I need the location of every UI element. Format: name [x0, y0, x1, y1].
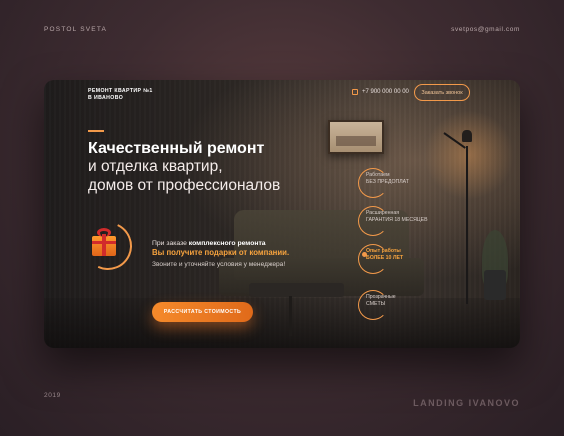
brand-line-1: РЕМОНТ КВАРТИР №1 [88, 88, 153, 94]
phone-icon [352, 89, 358, 95]
features-list: Работаем БЕЗ ПРЕДОПЛАТ Расширенная ГАРАН… [358, 168, 516, 332]
brand-line-2: В ИВАНОВО [88, 95, 124, 101]
wall-painting [328, 120, 384, 154]
author-label: POSTOL SVETA [44, 26, 108, 33]
promo-prefix: При заказе [152, 240, 189, 247]
promo-line-3: Звоните и уточняйте условия у менеджера! [152, 261, 286, 268]
header-phone[interactable]: +7 900 000 00 00 [352, 89, 409, 95]
hero-subtitle-line-1: и отделка квартир, [88, 158, 223, 175]
feature-line-2: СМЕТЫ [366, 300, 386, 307]
coffee-table-leg [289, 296, 292, 336]
promo-bold: комплексного ремонта [188, 240, 266, 247]
author-email: svetpos@gmail.com [451, 26, 520, 33]
accent-line [88, 130, 104, 132]
hero-title: Качественный ремонт [88, 140, 265, 157]
floor-lamp-shade [462, 130, 472, 142]
feature-line-2: БЕЗ ПРЕДОПЛАТ [366, 178, 409, 185]
hero-subtitle: и отделка квартир, домов от профессионал… [88, 157, 328, 195]
promo-line-1: При заказе комплексного ремонта [152, 240, 266, 247]
feature-line-1: Опыт работы [366, 248, 401, 254]
promo-line-2: Вы получите подарки от компании. [152, 248, 290, 257]
calculate-cost-button[interactable]: РАССЧИТАТЬ СТОИМОСТЬ [152, 302, 253, 322]
feature-item-active: Опыт работы БОЛЕЕ 10 ЛЕТ [366, 248, 403, 261]
feature-item: Работаем БЕЗ ПРЕДОПЛАТ [366, 172, 409, 185]
brand-logo[interactable]: РЕМОНТ КВАРТИР №1 В ИВАНОВО [88, 88, 168, 102]
gift-icon [88, 226, 118, 256]
feature-item: Прозрачные СМЕТЫ [366, 294, 396, 307]
call-request-button[interactable]: Заказать звонок [414, 84, 470, 101]
year-label: 2019 [44, 392, 61, 399]
project-label: LANDING IVANOVO [413, 398, 520, 408]
feature-item: Расширенная ГАРАНТИЯ 18 МЕСЯЦЕВ [366, 210, 428, 223]
feature-line-2: ГАРАНТИЯ 18 МЕСЯЦЕВ [366, 216, 428, 223]
feature-line-2: БОЛЕЕ 10 ЛЕТ [366, 254, 404, 261]
feature-line-1: Прозрачные [366, 294, 396, 300]
phone-number: +7 900 000 00 00 [362, 89, 409, 95]
coffee-table [249, 283, 344, 297]
hero-subtitle-line-2: домов от профессионалов [88, 177, 281, 194]
landing-preview: РЕМОНТ КВАРТИР №1 В ИВАНОВО +7 900 000 0… [44, 80, 520, 348]
